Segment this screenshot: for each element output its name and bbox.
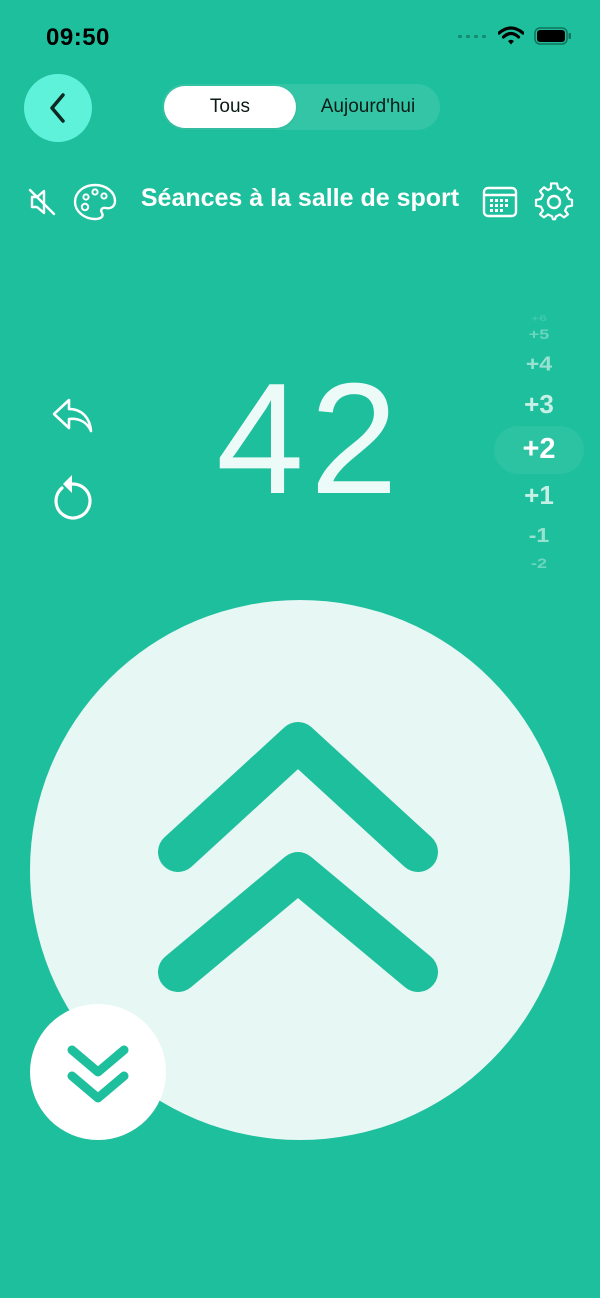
- step-option-plus-4[interactable]: +4: [494, 351, 584, 375]
- signal-icon: [458, 35, 486, 38]
- step-option-plus-5[interactable]: +5: [494, 326, 584, 342]
- theme-button[interactable]: [72, 180, 118, 224]
- back-button[interactable]: [24, 74, 92, 142]
- gear-icon: [534, 182, 574, 221]
- step-picker[interactable]: +6 +5 +4 +3 +2 +1 -1 -2: [494, 300, 584, 590]
- undo-button[interactable]: [46, 392, 98, 440]
- step-option-plus-3[interactable]: +3: [494, 389, 584, 420]
- calendar-button[interactable]: [480, 182, 520, 222]
- step-option-minus-1[interactable]: -1: [494, 523, 584, 547]
- settings-button[interactable]: [532, 180, 576, 224]
- calendar-icon: [482, 186, 518, 218]
- step-option-plus-6[interactable]: +6: [494, 313, 584, 323]
- status-time: 09:50: [46, 24, 110, 51]
- tab-aujourdhui[interactable]: Aujourd'hui: [298, 86, 438, 128]
- step-option-minus-2[interactable]: -2: [494, 555, 584, 571]
- reset-button[interactable]: [46, 470, 98, 526]
- filter-segmented-control: Tous Aujourd'hui: [162, 84, 440, 130]
- battery-icon: [534, 27, 571, 45]
- reset-icon: [54, 475, 92, 520]
- speaker-muted-icon: [28, 188, 56, 216]
- undo-icon: [52, 398, 93, 433]
- step-option-plus-1[interactable]: +1: [494, 480, 584, 511]
- mute-button[interactable]: [22, 182, 62, 222]
- counter-title[interactable]: Séances à la salle de sport: [130, 184, 470, 213]
- chevron-left-icon: [50, 93, 65, 123]
- status-icons: [458, 26, 572, 46]
- step-option-plus-2[interactable]: +2: [494, 433, 584, 466]
- tab-tous[interactable]: Tous: [164, 86, 296, 128]
- double-chevron-down-icon: [67, 1045, 129, 1103]
- decrement-button[interactable]: [30, 1004, 166, 1140]
- counter-value: 42: [216, 351, 404, 527]
- palette-icon: [73, 183, 117, 221]
- wifi-icon: [498, 26, 524, 45]
